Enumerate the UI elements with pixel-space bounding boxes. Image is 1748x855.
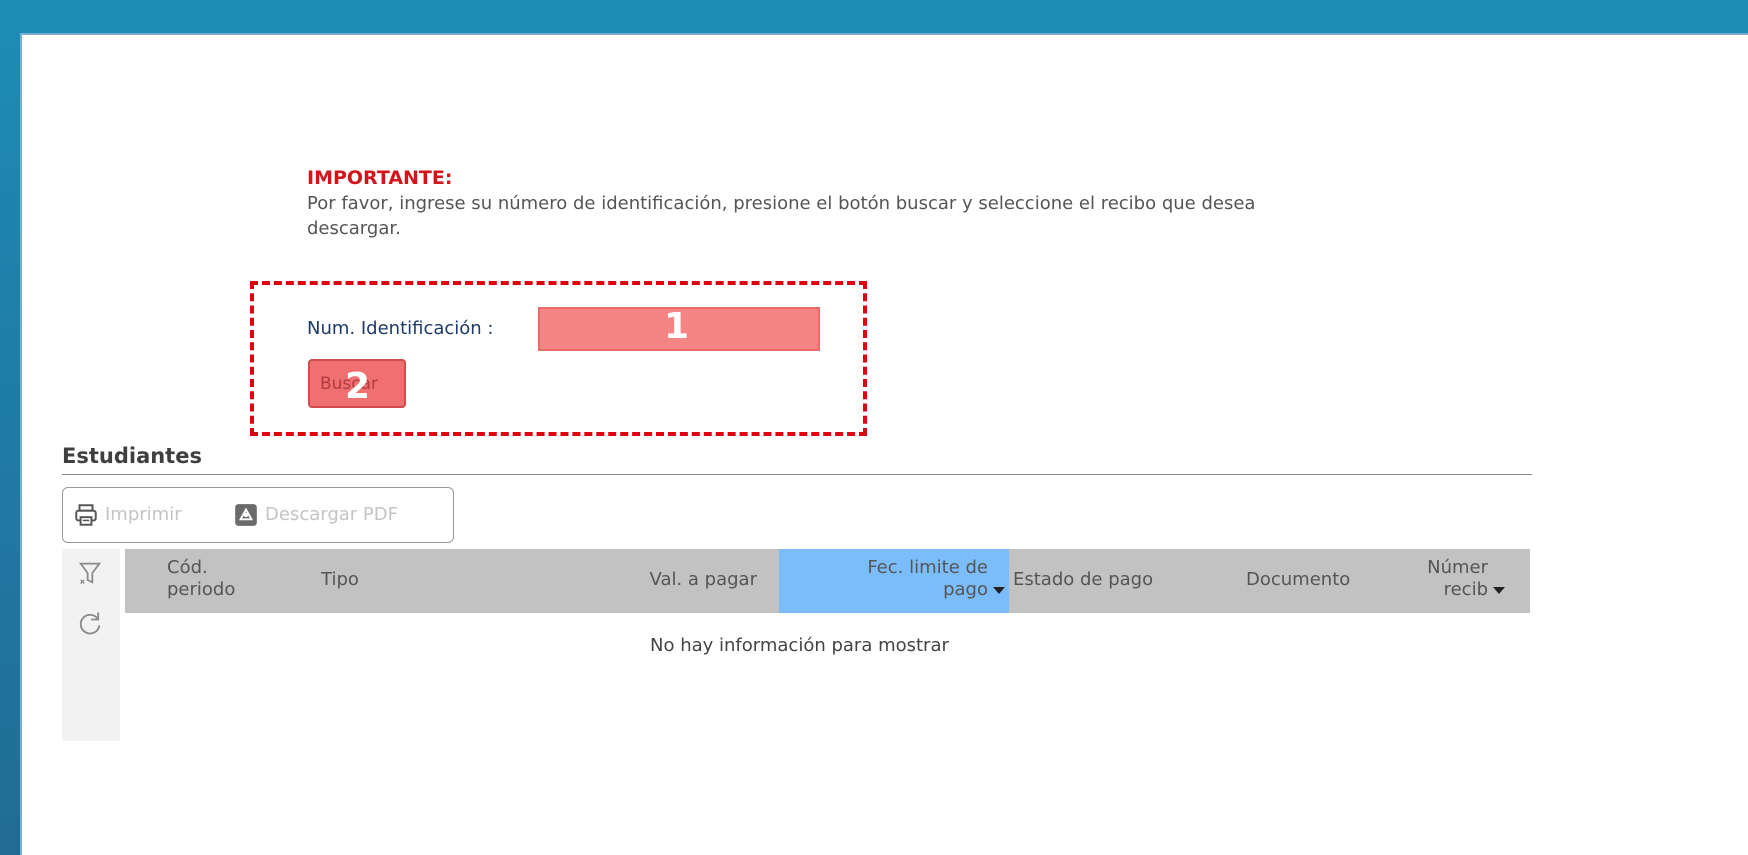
receipt-number-label: Númer recib [1427,557,1488,600]
column-header-value[interactable]: Val. a pagar [609,569,757,591]
export-toolbar: Imprimir Descargar PDF [62,487,454,543]
grid-side-tools [62,549,120,741]
main-panel [20,33,1748,855]
download-pdf-button[interactable]: Descargar PDF [233,502,398,528]
column-header-document[interactable]: Documento [1246,569,1350,591]
empty-grid-message: No hay información para mostrar [650,635,949,656]
column-header-receipt-number[interactable]: Númer recib [1401,557,1505,601]
print-label: Imprimir [105,504,182,525]
filter-clear-icon[interactable] [76,559,104,587]
column-header-payment-status[interactable]: Estado de pago [1013,569,1153,591]
grid-header: Cód. periodo Tipo Val. a pagar Fec. limi… [125,549,1530,613]
printer-icon [75,504,97,526]
column-header-type[interactable]: Tipo [321,569,359,591]
sort-menu-icon [1493,586,1505,594]
refresh-icon[interactable] [76,609,104,637]
students-section-title: Estudiantes [62,444,202,468]
column-header-due-date[interactable]: Fec. limite de pago [779,549,1009,613]
download-pdf-label: Descargar PDF [265,504,398,525]
annotation-badge-1: 1 [664,306,690,347]
section-divider [62,474,1532,475]
important-message: Por favor, ingrese su número de identifi… [307,193,1256,239]
sort-desc-icon [993,586,1005,594]
annotation-badge-2: 2 [345,366,371,407]
due-date-label: Fec. limite de pago [867,557,988,600]
important-title: IMPORTANTE: [307,167,453,189]
pdf-download-icon [235,504,257,526]
identification-label: Num. Identificación : [307,318,494,339]
column-header-period[interactable]: Cód. periodo [167,557,262,601]
print-button[interactable]: Imprimir [73,502,182,528]
